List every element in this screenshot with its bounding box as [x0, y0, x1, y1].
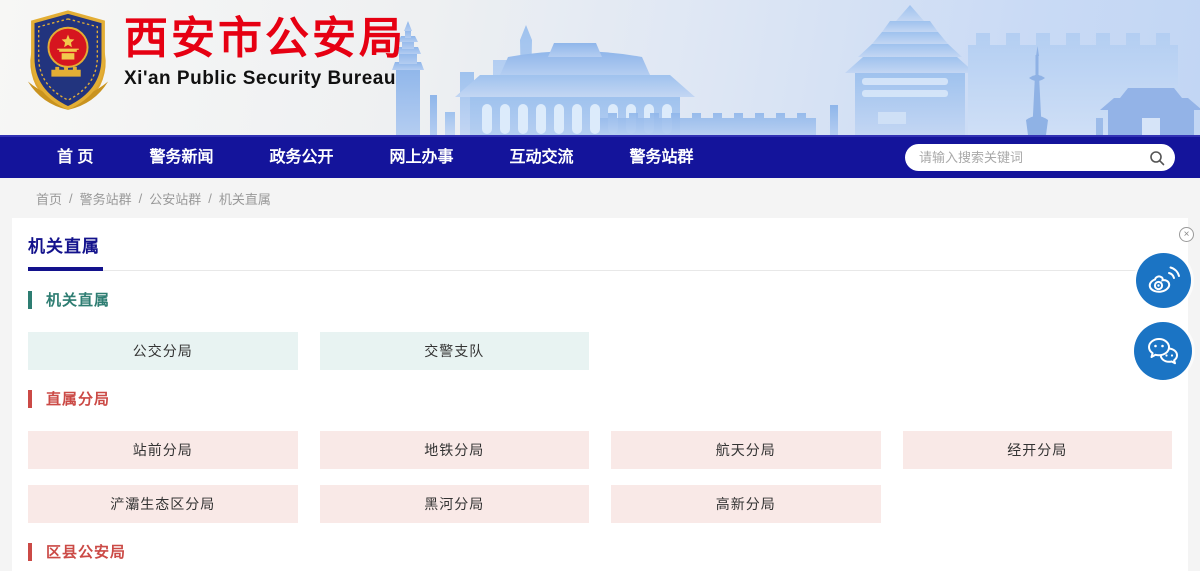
- search-icon[interactable]: [1149, 150, 1165, 166]
- nav-item-online-services[interactable]: 网上办事: [389, 137, 453, 178]
- main-nav: 首 页 警务新闻 政务公开 网上办事 互动交流 警务站群: [0, 135, 1200, 178]
- dept-link-hangtian[interactable]: 航天分局: [611, 431, 881, 469]
- wechat-icon: [1145, 333, 1181, 369]
- nav-item-interaction[interactable]: 互动交流: [510, 137, 574, 178]
- section-direct-branches-grid: 站前分局 地铁分局 航天分局 经开分局 浐灞生态区分局 黑河分局 高新分局: [28, 431, 1172, 523]
- dept-link-zhanqian[interactable]: 站前分局: [28, 431, 298, 469]
- search-box[interactable]: [905, 144, 1175, 171]
- dept-link-jingkai[interactable]: 经开分局: [903, 431, 1173, 469]
- wechat-share-button[interactable]: [1134, 322, 1192, 380]
- section-title: 区县公安局: [46, 541, 126, 562]
- dept-link-heihe[interactable]: 黑河分局: [320, 485, 590, 523]
- breadcrumb-item-home[interactable]: 首页: [36, 189, 62, 208]
- section-title: 直属分局: [46, 388, 110, 409]
- header-banner: 西安市公安局 Xi'an Public Security Bureau: [0, 0, 1200, 135]
- section-accent-bar: [28, 390, 32, 408]
- dept-link-traffic-police[interactable]: 交警支队: [320, 332, 590, 370]
- weibo-share-button[interactable]: [1136, 253, 1191, 308]
- page-title: 机关直属: [28, 232, 1172, 257]
- site-brand: 西安市公安局 Xi'an Public Security Bureau: [124, 7, 406, 90]
- section-header-district-bureaus: 区县公安局: [28, 541, 1172, 562]
- breadcrumb-item-security-sites[interactable]: 公安站群: [149, 189, 201, 208]
- section-accent-bar: [28, 291, 32, 309]
- breadcrumb-item-police-sites[interactable]: 警务站群: [80, 189, 132, 208]
- nav-item-gov-disclosure[interactable]: 政务公开: [269, 137, 333, 178]
- breadcrumb-separator: /: [69, 191, 73, 206]
- breadcrumb-separator: /: [139, 191, 143, 206]
- nav-item-home[interactable]: 首 页: [57, 137, 93, 178]
- breadcrumb-item-current: 机关直属: [219, 189, 271, 208]
- dept-link-metro[interactable]: 地铁分局: [320, 431, 590, 469]
- nav-item-police-news[interactable]: 警务新闻: [149, 137, 213, 178]
- dept-link-public-transport[interactable]: 公交分局: [28, 332, 298, 370]
- section-organs-grid: 公交分局 交警支队: [28, 332, 1172, 370]
- site-logo[interactable]: 西安市公安局 Xi'an Public Security Bureau: [24, 7, 406, 115]
- site-title: 西安市公安局: [124, 15, 406, 63]
- dept-link-chanba[interactable]: 浐灞生态区分局: [28, 485, 298, 523]
- section-header-organs: 机关直属: [28, 289, 1172, 310]
- site-subtitle: Xi'an Public Security Bureau: [124, 68, 406, 90]
- breadcrumb: 首页 / 警务站群 / 公安站群 / 机关直属: [0, 178, 1200, 218]
- content-card: 机关直属 机关直属 公交分局 交警支队 直属分局 站前分局 地铁分局 航天分局 …: [12, 218, 1188, 571]
- police-badge-icon: [24, 7, 112, 115]
- breadcrumb-separator: /: [208, 191, 212, 206]
- title-underline: [28, 267, 1172, 271]
- dept-link-gaoxin[interactable]: 高新分局: [611, 485, 881, 523]
- close-widget-button[interactable]: ×: [1179, 227, 1194, 242]
- search-input[interactable]: [919, 150, 1149, 165]
- section-title: 机关直属: [46, 289, 110, 310]
- section-accent-bar: [28, 543, 32, 561]
- nav-item-police-sites[interactable]: 警务站群: [630, 137, 694, 178]
- section-header-direct-branches: 直属分局: [28, 388, 1172, 409]
- weibo-icon: [1147, 264, 1181, 298]
